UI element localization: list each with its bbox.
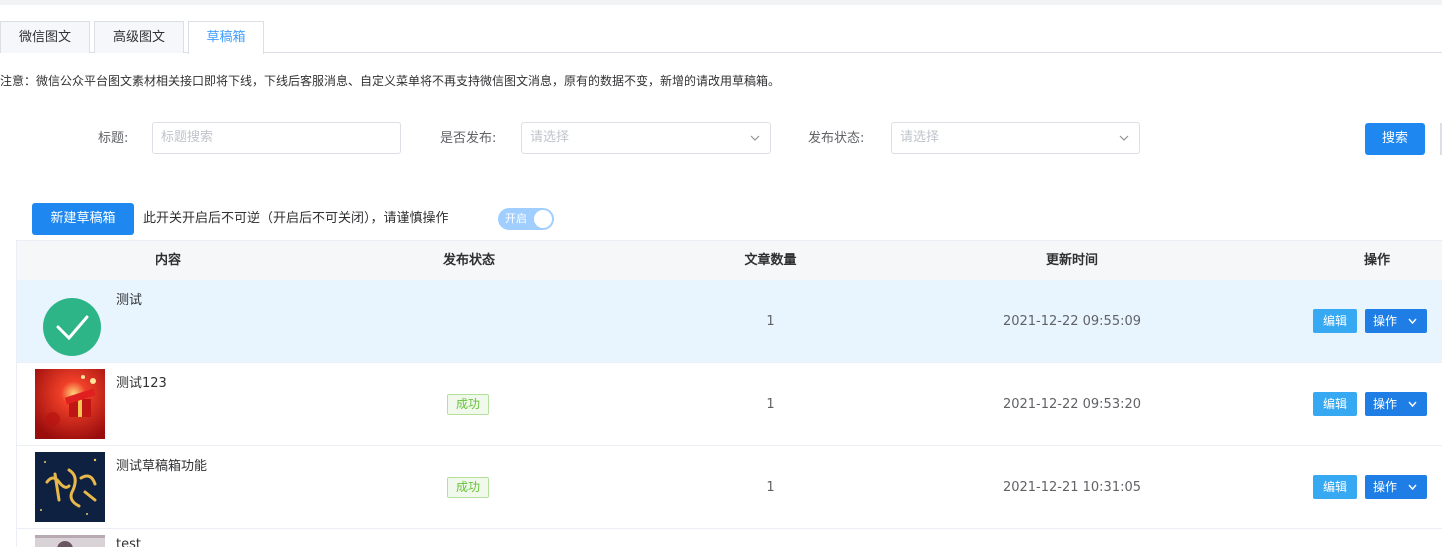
row-title: 测试草稿箱功能: [116, 459, 208, 474]
row-updated: 2021-12-22 09:55:09: [1002, 314, 1142, 329]
status-badge: 成功: [447, 477, 489, 498]
row-title: test: [116, 537, 141, 547]
header-status: 发布状态: [442, 253, 495, 268]
title-search-input[interactable]: 标题搜索: [152, 122, 401, 154]
row-updated: 2021-12-22 09:53:20: [1002, 397, 1142, 412]
edit-button[interactable]: 编辑: [1313, 309, 1357, 333]
published-select-placeholder: 请选择: [530, 130, 570, 145]
edit-button[interactable]: 编辑: [1313, 392, 1357, 416]
header-count: 文章数量: [744, 253, 797, 268]
title-search-placeholder: 标题搜索: [161, 130, 214, 145]
row-count: 1: [766, 314, 775, 329]
row-title: 测试: [116, 293, 143, 308]
red-gift-image: [35, 369, 105, 439]
operate-label: 操作: [1373, 397, 1398, 411]
green-check-icon: [43, 298, 101, 356]
switch-note: 此开关开启后不可逆（开启后不可关闭），请谨慎操作: [143, 211, 449, 226]
search-button[interactable]: 搜索: [1365, 123, 1425, 155]
gold-calligraphy-image: [35, 452, 105, 522]
operate-dropdown-button[interactable]: 操作: [1365, 309, 1427, 333]
top-strip: [0, 0, 1442, 5]
row-title: 测试123: [116, 376, 167, 391]
tab-advanced-articles[interactable]: 高级图文: [94, 21, 184, 53]
row-count: 1: [766, 397, 775, 412]
table-row[interactable]: 测试草稿箱功能 成功 1 2021-12-21 10:31:05 编辑 操作: [16, 446, 1442, 529]
table-header: 内容 发布状态 文章数量 更新时间 操作: [16, 240, 1442, 280]
title-filter-label: 标题:: [98, 131, 129, 146]
chevron-down-icon: [750, 135, 760, 141]
chevron-down-icon: [1408, 401, 1417, 408]
tab-wechat-articles[interactable]: 微信图文: [0, 21, 90, 53]
header-updated: 更新时间: [1045, 253, 1098, 268]
table-row[interactable]: 测试 1 2021-12-22 09:55:09 编辑 操作: [16, 280, 1442, 363]
operate-dropdown-button[interactable]: 操作: [1365, 392, 1427, 416]
toggle-label: 开启: [505, 212, 527, 225]
chevron-down-icon: [1408, 318, 1417, 325]
chevron-down-icon: [1408, 484, 1417, 491]
draft-mode-toggle[interactable]: 开启: [498, 208, 554, 230]
edit-button[interactable]: 编辑: [1313, 475, 1357, 499]
status-filter-label: 发布状态:: [808, 131, 865, 146]
operate-label: 操作: [1373, 314, 1398, 328]
chevron-down-icon: [1119, 135, 1129, 141]
toggle-knob: [534, 210, 552, 228]
status-select[interactable]: 请选择: [891, 122, 1140, 154]
published-filter-label: 是否发布:: [440, 131, 497, 146]
table-row[interactable]: 测试123 成功 1 2021-12-22 09:53:20 编辑 操作: [16, 363, 1442, 446]
row-count: 1: [766, 480, 775, 495]
tab-bar: 微信图文 高级图文 草稿箱: [0, 21, 1442, 54]
published-select[interactable]: 请选择: [521, 122, 771, 154]
operate-dropdown-button[interactable]: 操作: [1365, 475, 1427, 499]
new-draft-button[interactable]: 新建草稿箱: [32, 203, 134, 235]
header-actions: 操作: [1363, 253, 1390, 268]
notice-text: 注意：微信公众平台图文素材相关接口即将下线，下线后客服消息、自定义菜单将不再支持…: [0, 74, 781, 88]
cartoon-image: [35, 535, 105, 547]
header-content: 内容: [154, 253, 181, 268]
operate-label: 操作: [1373, 480, 1398, 494]
status-badge: 成功: [447, 394, 489, 415]
row-updated: 2021-12-21 10:31:05: [1002, 480, 1142, 495]
status-select-placeholder: 请选择: [900, 130, 940, 145]
tab-drafts[interactable]: 草稿箱: [188, 21, 264, 54]
table-row[interactable]: test: [16, 529, 1442, 547]
